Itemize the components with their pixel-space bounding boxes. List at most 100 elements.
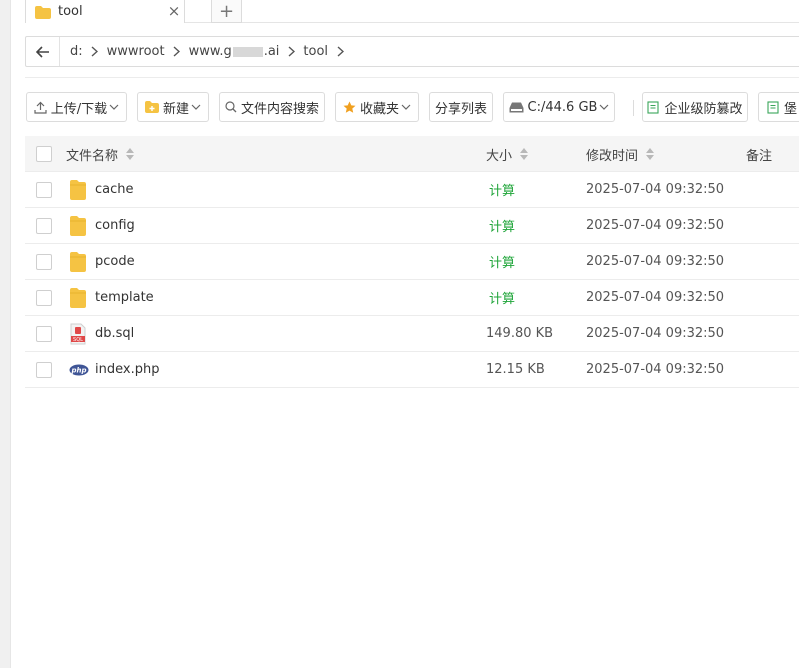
table-row[interactable]: config 计算 2025-07-04 09:32:50 xyxy=(25,208,799,244)
folder-icon xyxy=(69,251,87,273)
file-name[interactable]: cache xyxy=(95,182,134,197)
row-checkbox[interactable] xyxy=(36,181,52,198)
name-cell: SQL db.sql xyxy=(69,316,134,351)
row-check-cell xyxy=(36,244,52,279)
row-checkbox[interactable] xyxy=(36,325,52,342)
shield-doc-icon xyxy=(767,100,780,114)
new-button[interactable]: 新建 xyxy=(137,92,209,122)
header-name[interactable]: 文件名称 xyxy=(66,136,135,172)
search-content-button[interactable]: 文件内容搜索 xyxy=(219,92,325,122)
chevron-down-icon xyxy=(191,104,201,111)
star-icon xyxy=(343,101,356,114)
header-name-label: 文件名称 xyxy=(66,148,119,164)
add-tab-button[interactable]: + xyxy=(211,0,242,23)
svg-text:php: php xyxy=(70,366,86,374)
upload-icon xyxy=(34,101,47,114)
chevron-down-icon xyxy=(401,104,411,111)
header-modified-label: 修改时间 xyxy=(586,148,639,164)
redacted-mask xyxy=(232,46,263,57)
row-checkbox[interactable] xyxy=(36,253,52,270)
header-modified[interactable]: 修改时间 xyxy=(586,136,655,172)
address-bar: d: wwwroot www.g .ai tool xyxy=(25,36,799,67)
crumb-site[interactable]: www.g .ai xyxy=(187,44,282,59)
calc-size-link[interactable]: 计算 xyxy=(489,244,515,279)
table-row[interactable]: template 计算 2025-07-04 09:32:50 xyxy=(25,280,799,316)
file-name[interactable]: db.sql xyxy=(95,326,134,341)
bastion-label: 堡 xyxy=(784,101,798,117)
header-remark: 备注 xyxy=(746,136,772,172)
sort-icon xyxy=(520,148,529,160)
file-name[interactable]: template xyxy=(95,290,154,305)
header-size[interactable]: 大小 xyxy=(486,136,529,172)
row-checkbox[interactable] xyxy=(36,361,52,378)
calc-size-link[interactable]: 计算 xyxy=(489,172,515,207)
chevron-right-icon[interactable] xyxy=(330,37,350,66)
row-check-cell xyxy=(36,208,52,243)
file-name[interactable]: pcode xyxy=(95,254,135,269)
crumb-drive[interactable]: d: xyxy=(68,44,85,59)
name-cell: cache xyxy=(69,172,134,207)
calc-size-link[interactable]: 计算 xyxy=(489,280,515,315)
crumb-site-prefix: www.g xyxy=(188,44,232,59)
name-cell: php index.php xyxy=(69,352,159,387)
table-row[interactable]: cache 计算 2025-07-04 09:32:50 xyxy=(25,172,799,208)
tamper-protect-button[interactable]: 企业级防篡改 xyxy=(642,92,748,122)
tamper-protect-label: 企业级防篡改 xyxy=(664,101,743,117)
favorites-button[interactable]: 收藏夹 xyxy=(335,92,419,122)
svg-text:SQL: SQL xyxy=(73,337,83,343)
share-list-label: 分享列表 xyxy=(434,101,487,117)
table-row[interactable]: pcode 计算 2025-07-04 09:32:50 xyxy=(25,244,799,280)
file-name[interactable]: index.php xyxy=(95,362,159,377)
folder-icon xyxy=(35,5,51,19)
row-check-cell xyxy=(36,172,52,207)
modified-time: 2025-07-04 09:32:50 xyxy=(586,254,725,269)
select-all-checkbox[interactable] xyxy=(36,146,52,162)
modified-time: 2025-07-04 09:32:50 xyxy=(586,290,725,305)
new-label: 新建 xyxy=(162,101,189,117)
row-checkbox[interactable] xyxy=(36,217,52,234)
modified-time: 2025-07-04 09:32:50 xyxy=(586,362,725,377)
tab-title: tool xyxy=(58,4,83,19)
crumb-wwwroot[interactable]: wwwroot xyxy=(105,44,167,59)
crumb-tool[interactable]: tool xyxy=(301,44,330,59)
row-checkbox[interactable] xyxy=(36,289,52,306)
bastion-button[interactable]: 堡 xyxy=(758,92,799,122)
toolbar: 上传/下载 新建 文件内容搜索 收藏夹 分享列表 C:/44.6 GB 企业级防… xyxy=(26,92,799,122)
folder-icon xyxy=(69,179,87,201)
name-cell: config xyxy=(69,208,135,243)
upload-download-button[interactable]: 上传/下载 xyxy=(26,92,127,122)
tab-tool[interactable]: tool × xyxy=(25,0,185,23)
table-row[interactable]: php index.php 12.15 KB 2025-07-04 09:32:… xyxy=(25,352,799,388)
chevron-right-icon xyxy=(85,37,105,66)
sort-icon xyxy=(646,148,655,160)
modified-time: 2025-07-04 09:32:50 xyxy=(586,182,725,197)
disk-select-button[interactable]: C:/44.6 GB xyxy=(503,92,615,122)
search-icon xyxy=(225,101,237,113)
disk-label: C:/44.6 GB xyxy=(527,99,598,115)
php-file-icon: php xyxy=(69,359,89,381)
share-list-button[interactable]: 分享列表 xyxy=(429,92,493,122)
file-size: 149.80 KB xyxy=(486,326,554,341)
modified-time: 2025-07-04 09:32:50 xyxy=(586,218,725,233)
file-name[interactable]: config xyxy=(95,218,135,233)
table-row[interactable]: SQL db.sql 149.80 KB 2025-07-04 09:32:50 xyxy=(25,316,799,352)
toolbar-divider xyxy=(633,100,634,116)
calc-size-link[interactable]: 计算 xyxy=(489,208,515,243)
back-arrow-icon[interactable] xyxy=(26,37,60,66)
header-remark-label: 备注 xyxy=(746,148,773,164)
select-all-cell xyxy=(36,136,52,172)
left-panel-edge xyxy=(0,0,11,668)
disk-icon xyxy=(509,102,524,113)
close-icon[interactable]: × xyxy=(164,0,184,22)
modified-time: 2025-07-04 09:32:50 xyxy=(586,326,725,341)
chevron-right-icon xyxy=(167,37,187,66)
search-content-label: 文件内容搜索 xyxy=(240,101,319,117)
chevron-down-icon xyxy=(599,104,609,111)
file-size: 12.15 KB xyxy=(486,362,545,377)
name-cell: template xyxy=(69,280,154,315)
folder-icon xyxy=(69,215,87,237)
chevron-down-icon xyxy=(109,104,119,111)
sql-file-icon: SQL xyxy=(69,323,87,345)
breadcrumb: d: wwwroot www.g .ai tool xyxy=(60,37,350,66)
row-check-cell xyxy=(36,316,52,351)
